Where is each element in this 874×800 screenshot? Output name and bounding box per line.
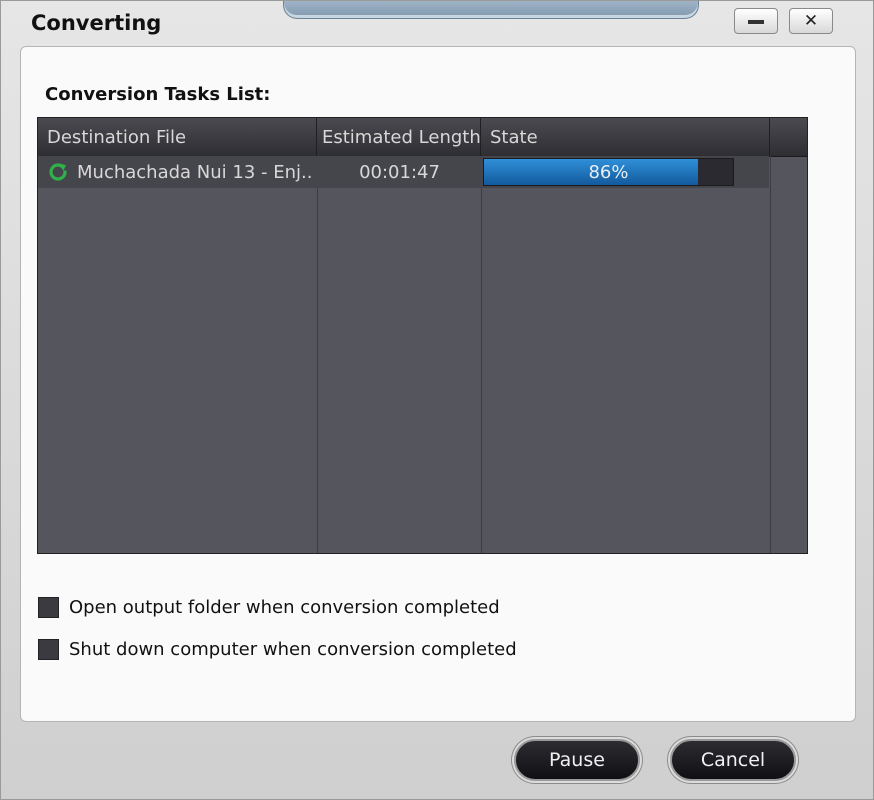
column-header-state[interactable]: State <box>481 118 770 156</box>
column-divider <box>317 156 318 553</box>
shutdown-option[interactable]: Shut down computer when conversion compl… <box>38 639 517 660</box>
minimize-button[interactable] <box>734 8 778 34</box>
cancel-button[interactable]: Cancel <box>670 739 796 781</box>
converting-dialog: Converting ✕ Conversion Tasks List: Dest… <box>0 0 874 800</box>
shutdown-checkbox[interactable] <box>38 639 59 660</box>
open-folder-label: Open output folder when conversion compl… <box>69 597 500 618</box>
table-row[interactable]: Muchachada Nui 13 - Enj... 00:01:47 86% <box>38 156 769 188</box>
close-button[interactable]: ✕ <box>789 8 833 34</box>
table-header: Destination File Estimated Length State <box>38 118 807 157</box>
conversion-progress-bar: 86% <box>483 158 734 186</box>
pause-button[interactable]: Pause <box>514 739 640 781</box>
tasks-list-label: Conversion Tasks List: <box>45 84 271 105</box>
estimated-length-cell: 00:01:47 <box>359 162 440 183</box>
open-folder-option[interactable]: Open output folder when conversion compl… <box>38 597 500 618</box>
column-header-filler <box>770 118 807 156</box>
minimize-icon <box>748 20 764 24</box>
column-header-length[interactable]: Estimated Length <box>317 118 481 156</box>
open-folder-checkbox[interactable] <box>38 597 59 618</box>
column-divider <box>770 156 771 553</box>
tasks-table[interactable]: Destination File Estimated Length State … <box>37 117 808 554</box>
close-icon: ✕ <box>803 11 819 31</box>
window-title: Converting <box>31 11 162 35</box>
shutdown-label: Shut down computer when conversion compl… <box>69 639 517 660</box>
refresh-icon <box>49 163 67 181</box>
title-tab-decoration <box>283 1 699 19</box>
column-divider <box>481 156 482 553</box>
progress-percent: 86% <box>588 162 629 183</box>
column-header-destination[interactable]: Destination File <box>38 118 317 156</box>
destination-file-cell: Muchachada Nui 13 - Enj... <box>77 162 313 183</box>
